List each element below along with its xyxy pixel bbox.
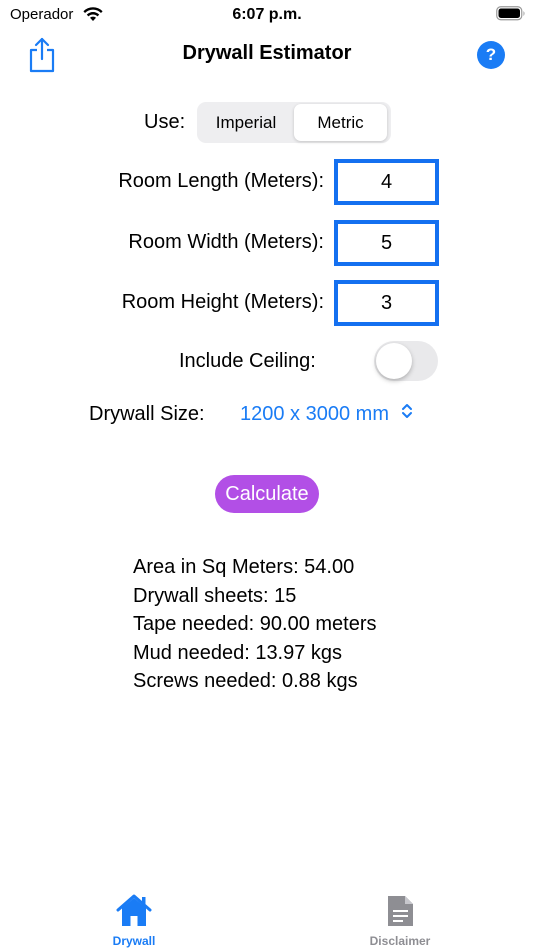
- results-panel: Area in Sq Meters: 54.00 Drywall sheets:…: [133, 553, 377, 696]
- help-button[interactable]: ?: [477, 41, 505, 69]
- result-screws: Screws needed: 0.88 kgs: [133, 670, 358, 692]
- drywall-size-picker[interactable]: 1200 x 3000 mm: [240, 403, 413, 426]
- result-area: Area in Sq Meters: 54.00: [133, 556, 355, 578]
- drywall-size-value: 1200 x 3000 mm: [240, 403, 389, 425]
- result-mud: Mud needed: 13.97 kgs: [133, 641, 343, 664]
- document-icon: [388, 896, 413, 926]
- calculate-button[interactable]: Calculate: [215, 475, 319, 513]
- segment-imperial[interactable]: Imperial: [199, 104, 293, 141]
- status-time: 6:07 p.m.: [232, 6, 302, 23]
- room-length-label: Room Length (Meters):: [118, 170, 324, 192]
- page-title: Drywall Estimator: [182, 42, 352, 64]
- room-height-field[interactable]: 3: [334, 280, 439, 326]
- drywall-size-label: Drywall Size:: [89, 403, 205, 425]
- result-tape: Tape needed: 90.00 meters: [133, 613, 377, 635]
- tab-drywall[interactable]: Drywall: [74, 893, 194, 948]
- include-ceiling-label: Include Ceiling:: [179, 350, 316, 372]
- chevron-up-down-icon: [401, 404, 412, 418]
- room-length-field[interactable]: 4: [334, 159, 439, 205]
- battery-icon: [496, 6, 525, 21]
- room-width-field[interactable]: 5: [334, 220, 439, 266]
- house-icon: [116, 894, 152, 926]
- room-width-label: Room Width (Meters):: [128, 231, 324, 253]
- toggle-knob: [376, 343, 412, 379]
- tab-disclaimer[interactable]: Disclaimer: [340, 893, 460, 948]
- result-sheets: Drywall sheets: 15: [133, 584, 297, 607]
- segment-metric[interactable]: Metric: [294, 104, 387, 141]
- tab-drywall-label: Drywall: [112, 934, 156, 948]
- room-height-label: Room Height (Meters):: [121, 291, 324, 313]
- tab-disclaimer-label: Disclaimer: [369, 934, 431, 948]
- units-label: Use:: [144, 111, 186, 133]
- units-segmented-control: Imperial Metric: [197, 102, 391, 143]
- drywall-estimator-screen: Operador 6:07 p.m. Drywall Estimator ? U…: [0, 0, 534, 950]
- include-ceiling-toggle[interactable]: [374, 341, 438, 381]
